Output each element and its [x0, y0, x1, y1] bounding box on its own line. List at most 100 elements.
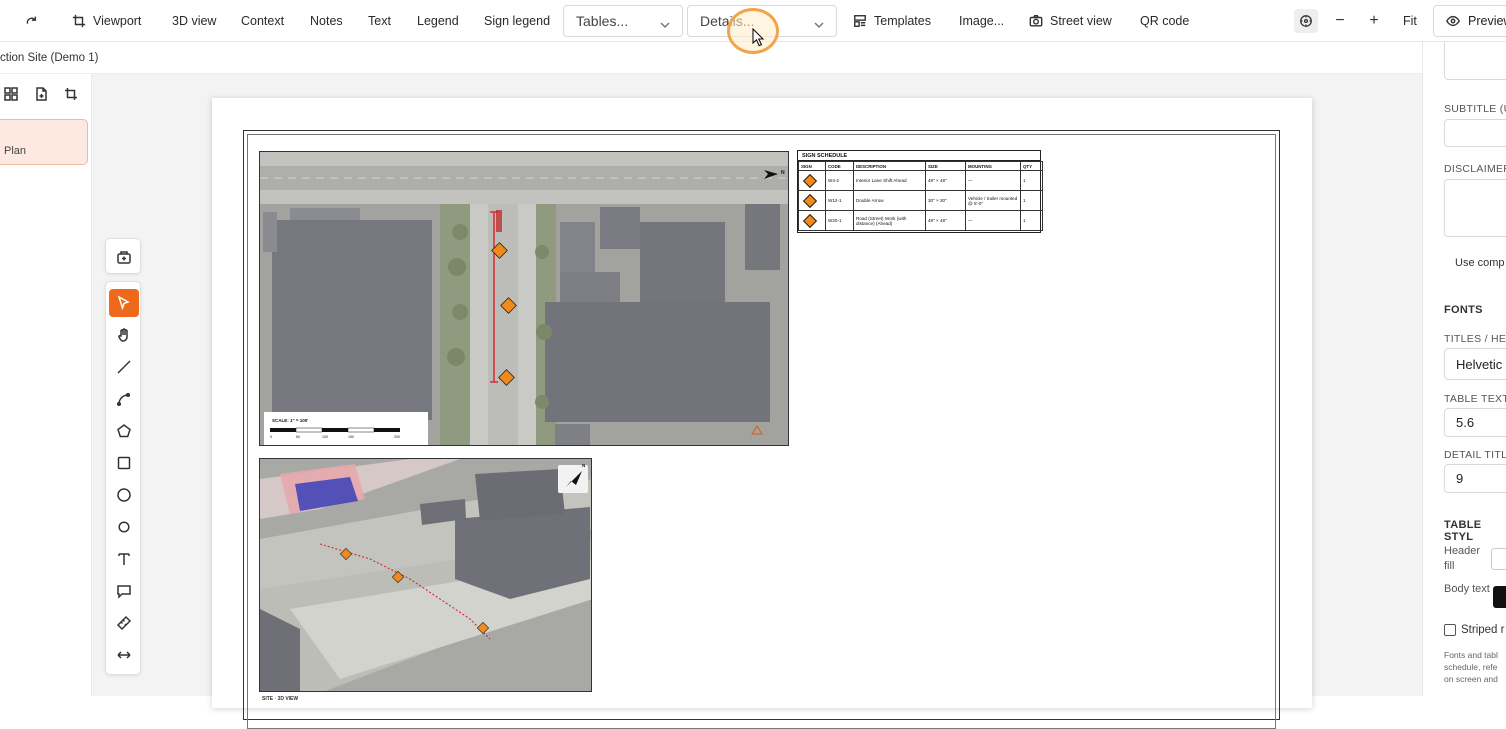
sign-mounting: —: [965, 170, 1021, 191]
redo-button[interactable]: [24, 0, 38, 42]
header-fill-swatch[interactable]: [1491, 548, 1506, 570]
table-row: W4-2 Interior Lane Shift Ahead 48" × 48"…: [798, 170, 1043, 191]
text-icon: [118, 553, 130, 565]
context-button[interactable]: Context: [241, 0, 284, 42]
text-button[interactable]: Text: [368, 0, 391, 42]
view3d-label: 3D view: [172, 14, 217, 28]
tool-plus-icon: [117, 251, 131, 264]
preview-button[interactable]: Preview: [1433, 5, 1506, 37]
line-tool[interactable]: [109, 353, 139, 381]
ellipse-tool[interactable]: [109, 513, 139, 541]
templates-button[interactable]: Templates: [853, 0, 931, 42]
layers-tool[interactable]: [109, 243, 139, 271]
canvas[interactable]: SCALE: 1" = 100' 0 50 100 150 200 N SIGN…: [92, 74, 1422, 729]
callout-tool[interactable]: [109, 577, 139, 605]
notes-label: Notes: [310, 14, 343, 28]
detail-title-size-value: 9: [1456, 471, 1464, 486]
layout-sheet: SCALE: 1" = 100' 0 50 100 150 200 N SIGN…: [212, 98, 1312, 729]
location-toggle-button[interactable]: [1294, 9, 1318, 33]
title-field[interactable]: [1444, 42, 1506, 80]
view3d-viewport[interactable]: N: [259, 458, 592, 692]
detail-title-size-input[interactable]: 9: [1444, 464, 1506, 493]
use-comp-toggle[interactable]: Use comp: [1455, 256, 1505, 271]
notes-button[interactable]: Notes: [310, 0, 343, 42]
north-label: N: [582, 463, 586, 468]
striped-rows-checkbox[interactable]: [1444, 624, 1456, 636]
striped-rows-label: Striped r: [1461, 624, 1505, 636]
titles-font-value: Helvetic: [1456, 356, 1503, 372]
rectangle-tool[interactable]: [109, 449, 139, 477]
drawing-toolbar: [105, 281, 141, 675]
circle-icon: [117, 488, 131, 502]
sign-schedule-table[interactable]: SIGN SCHEDULE SIGN CODE DESCRIPTION SIZE…: [797, 150, 1043, 233]
sign-code: W20-1: [825, 210, 854, 231]
location-icon: [1300, 15, 1312, 27]
scale-tick-1: 50: [296, 435, 300, 439]
fonts-note-line-2: schedule, refe: [1444, 662, 1498, 672]
circle-tool[interactable]: [109, 481, 139, 509]
table-style-heading: TABLE STYL: [1444, 519, 1482, 543]
body-text-swatch[interactable]: [1493, 586, 1506, 608]
text-tool[interactable]: [109, 545, 139, 573]
properties-panel: SUBTITLE (U DISCLAIMER Use comp FONTS TI…: [1422, 42, 1506, 696]
north-label: N: [781, 170, 785, 176]
dimension-tool[interactable]: [109, 641, 139, 669]
col-header: SIZE: [925, 161, 966, 171]
zoom-out-button[interactable]: −: [1328, 9, 1352, 33]
chevron-down-icon: [814, 17, 824, 29]
pentagon-icon: [117, 424, 131, 438]
col-header: QTY: [1020, 161, 1043, 171]
legend-button[interactable]: Legend: [417, 0, 459, 42]
polygon-tool[interactable]: [109, 417, 139, 445]
pan-tool[interactable]: [109, 321, 139, 349]
sign-size: 30" × 30": [925, 190, 966, 211]
subtitle-input[interactable]: [1444, 119, 1506, 147]
hand-icon: [118, 328, 128, 342]
image-button[interactable]: Image...: [959, 0, 1004, 42]
aerial-plan-image: [260, 152, 788, 445]
page-card-plan[interactable]: Plan: [0, 119, 88, 165]
select-tool[interactable]: [109, 289, 139, 317]
zoom-out-glyph: −: [1335, 12, 1345, 29]
plan-map-viewport[interactable]: SCALE: 1" = 100' 0 50 100 150 200 N: [259, 151, 789, 446]
sign-legend-label: Sign legend: [484, 14, 551, 28]
zoom-in-button[interactable]: +: [1362, 9, 1386, 33]
measure-tool[interactable]: [109, 609, 139, 637]
disclaimer-textarea[interactable]: [1444, 179, 1506, 237]
warning-sign-icon: [802, 173, 818, 188]
viewport-button[interactable]: Viewport: [72, 0, 141, 42]
arc-tool[interactable]: [109, 385, 139, 413]
fit-button[interactable]: Fit: [1403, 0, 1417, 42]
ruler-icon: [116, 615, 132, 631]
viewport-label: Viewport: [93, 14, 142, 28]
aerial-3d-image: [260, 459, 591, 691]
grid-view-icon[interactable]: [4, 87, 20, 103]
sign-legend-button[interactable]: Sign legend: [484, 0, 550, 42]
scale-tick-4: 200: [394, 435, 400, 439]
street-view-button[interactable]: Street view: [1029, 0, 1112, 42]
crop-icon[interactable]: [64, 87, 80, 103]
table-text-size-input[interactable]: 5.6: [1444, 408, 1506, 437]
sign-size: 48" × 48": [925, 210, 966, 231]
add-page-icon[interactable]: [34, 87, 50, 103]
qr-code-label: QR code: [1140, 14, 1190, 28]
zoom-in-glyph: +: [1369, 12, 1379, 29]
camera-icon: [1029, 15, 1043, 27]
small-circle-icon: [118, 521, 130, 533]
tables-select[interactable]: Tables...: [563, 5, 683, 37]
tables-select-value: Tables...: [576, 13, 629, 29]
qr-code-button[interactable]: QR code: [1140, 0, 1189, 42]
mouse-pointer-icon: [752, 28, 765, 47]
sign-qty: 1: [1020, 170, 1043, 191]
view3d-button[interactable]: 3D view: [172, 0, 216, 42]
preview-label: Preview: [1468, 14, 1506, 28]
context-label: Context: [241, 14, 285, 28]
table-row: W12-1 Double Arrow 30" × 30" Vehicle / t…: [798, 190, 1043, 211]
scale-tick-2: 100: [322, 435, 328, 439]
square-icon: [117, 456, 131, 470]
image-label: Image...: [959, 14, 1005, 28]
sign-description: Road (Street) Work (with distance) (Ahea…: [853, 210, 926, 231]
fonts-note-line-1: Fonts and tabl: [1444, 650, 1498, 660]
street-view-label: Street view: [1050, 14, 1112, 28]
titles-font-select[interactable]: Helvetic: [1444, 348, 1506, 380]
